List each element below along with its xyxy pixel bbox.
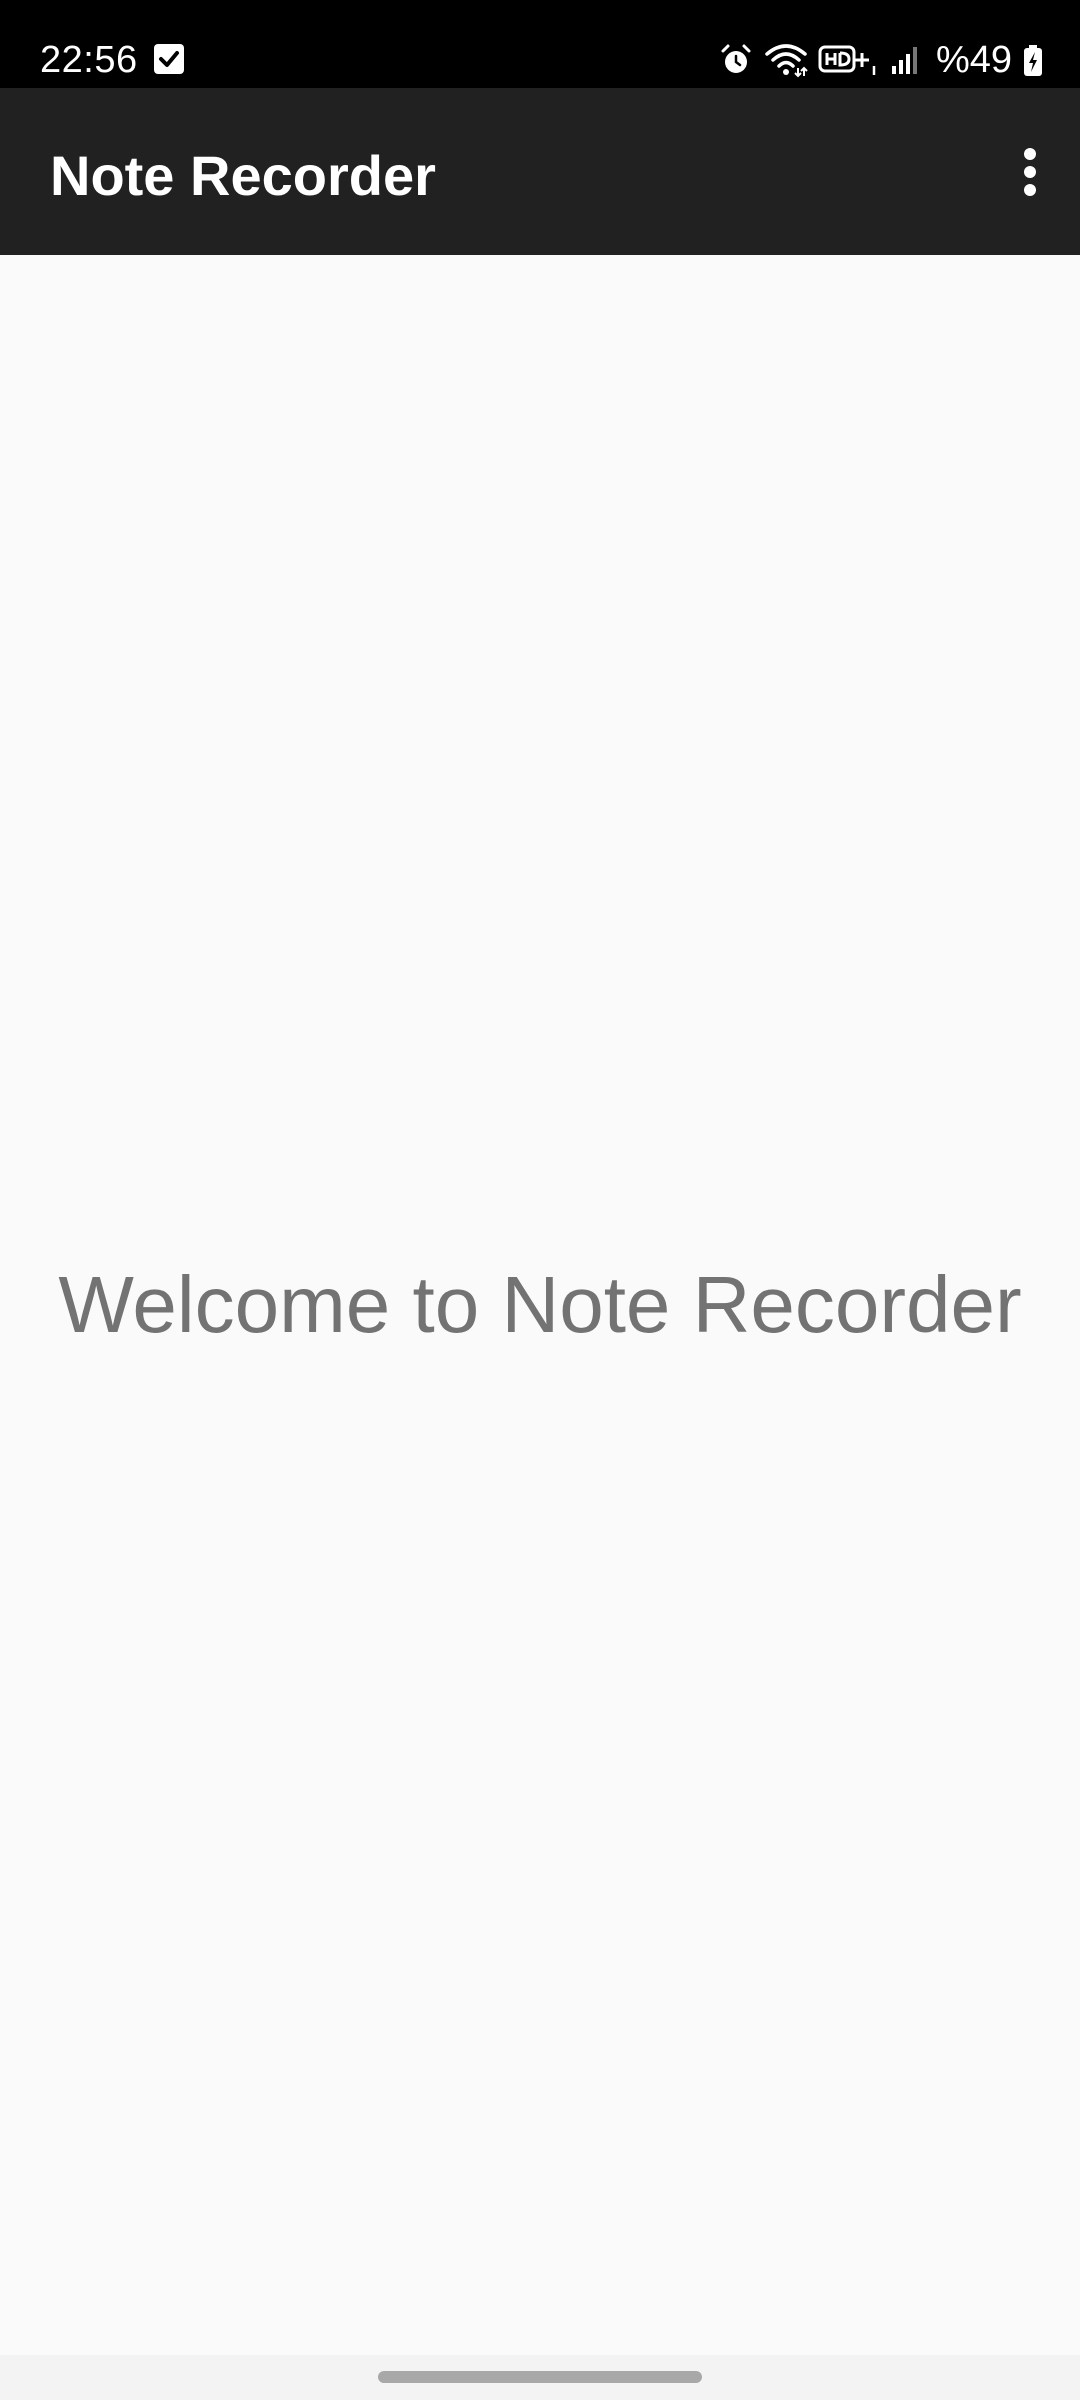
more-options-button[interactable] — [994, 128, 1066, 216]
home-indicator[interactable] — [378, 2371, 702, 2383]
battery-percentage: %49 — [935, 39, 1012, 81]
navigation-bar — [0, 2355, 1080, 2400]
alarm-icon — [718, 42, 754, 78]
welcome-text: Welcome to Note Recorder — [58, 1260, 1022, 1349]
status-bar: 22:56 %49 — [0, 0, 1080, 88]
hd-voice-icon — [818, 42, 880, 78]
app-bar: Note Recorder — [0, 88, 1080, 255]
more-vert-icon — [1024, 148, 1036, 196]
status-time: 22:56 — [40, 39, 138, 81]
app-title: Note Recorder — [50, 144, 436, 207]
signal-icon — [890, 42, 920, 78]
battery-charging-icon — [1022, 42, 1044, 78]
wifi-icon — [764, 42, 808, 78]
status-icons: %49 — [718, 36, 1044, 84]
checkbox-notification-icon — [154, 44, 184, 74]
